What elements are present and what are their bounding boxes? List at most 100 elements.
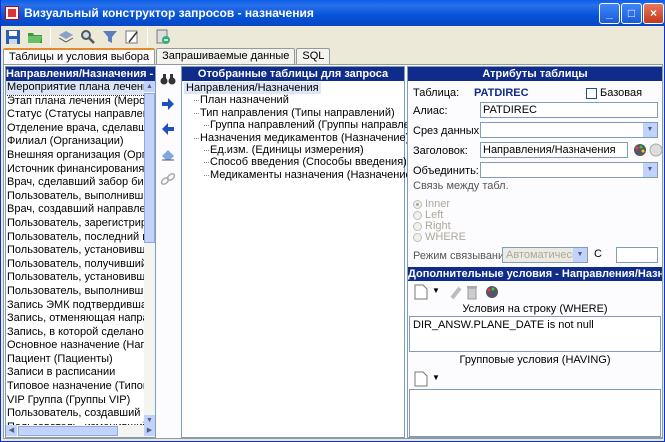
radio-label: WHERE <box>425 231 466 243</box>
list-item[interactable]: Записи в расписании <box>6 366 145 380</box>
selected-tables-panel: Отобранные таблицы для запроса Направлен… <box>181 66 432 438</box>
mode-combo[interactable]: Автоматически ▼ <box>502 247 588 263</box>
dropdown-arrow-icon[interactable]: ▼ <box>432 373 440 382</box>
base-label: Базовая <box>600 87 643 99</box>
hscroll-thumb[interactable] <box>18 426 118 436</box>
scroll-up-icon[interactable]: ▲ <box>144 81 155 92</box>
list-item[interactable]: Этап плана лечения (Мероприят <box>6 95 145 109</box>
list-item[interactable]: Пользователь, выполнивший исс <box>6 190 145 204</box>
tree-node[interactable]: Группа направлений (Группы направлений) <box>204 119 432 131</box>
chevron-down-icon[interactable]: ▼ <box>573 248 587 262</box>
list-item[interactable]: Пользователь, выполнивший отг <box>6 285 145 299</box>
dropdown-arrow-icon[interactable]: ▼ <box>432 286 440 295</box>
radio-where[interactable]: WHERE <box>413 231 466 243</box>
table-value: PATDIREC <box>474 87 529 99</box>
union-label: Объединить: <box>413 165 479 177</box>
having-label: Групповые условия (HAVING) <box>459 354 611 366</box>
base-checkbox[interactable] <box>586 88 597 99</box>
selected-tables-header: Отобранные таблицы для запроса <box>182 67 404 81</box>
list-item[interactable]: Типовое назначение (Типовые н <box>6 380 145 394</box>
minimize-button[interactable]: _ <box>599 3 620 24</box>
chevron-down-icon[interactable]: ▼ <box>643 163 657 177</box>
open-folder-icon[interactable] <box>25 27 45 47</box>
transfer-buttons <box>157 66 179 438</box>
list-item[interactable]: Статус (Статусы направлений) <box>6 108 145 122</box>
layers-icon[interactable] <box>56 27 76 47</box>
alias-label: Алиас: <box>413 105 448 117</box>
maximize-button[interactable]: □ <box>621 3 642 24</box>
filter-icon[interactable] <box>100 27 120 47</box>
tree-node[interactable]: Ед.изм. (Единицы измерения) <box>204 144 404 156</box>
tab-sql[interactable]: SQL <box>296 48 331 65</box>
tree-node[interactable]: План назначений <box>194 94 404 106</box>
links-hscroll[interactable]: ◀ ▶ <box>6 425 155 437</box>
list-item[interactable]: Пациент (Пациенты) <box>6 353 145 367</box>
radio-dot[interactable] <box>413 221 422 231</box>
links-panel: Направления/Назначения - Связ Мероприяти… <box>5 66 156 438</box>
links-vscroll[interactable]: ▲ ▼ <box>144 81 155 426</box>
list-item[interactable]: Врач, сделавший забор биомате <box>6 176 145 190</box>
tables-tree[interactable]: Направления/Назначения План назначений Тип… <box>182 81 432 181</box>
binoculars-icon[interactable] <box>158 69 178 89</box>
where-textarea[interactable]: DIR_ANSW.PLANE_DATE is not null <box>409 316 661 352</box>
alias-input[interactable]: PATDIREC <box>480 102 658 118</box>
list-item[interactable]: Пользователь, установивший ста <box>6 271 145 285</box>
tab-content: Направления/Назначения - Связ Мероприяти… <box>3 64 663 439</box>
list-item[interactable]: VIP Группа (Группы VIP) <box>6 394 145 408</box>
slice-combo[interactable]: ▼ <box>480 122 658 138</box>
scroll-left-icon[interactable]: ◀ <box>6 425 17 436</box>
search-icon[interactable] <box>78 27 98 47</box>
radio-dot[interactable] <box>413 199 422 209</box>
chevron-down-icon[interactable]: ▼ <box>643 123 657 137</box>
having-textarea[interactable] <box>409 389 661 437</box>
list-item[interactable]: Внешняя организация (Организа <box>6 149 145 163</box>
radio-dot[interactable] <box>413 232 422 242</box>
list-item[interactable]: Отделение врача, сделавшего за <box>6 122 145 136</box>
clear-icon[interactable] <box>646 140 665 160</box>
list-item[interactable]: Мероприятие плана лечения (Ме <box>6 81 145 96</box>
tab-requested-data[interactable]: Запрашиваемые данные <box>156 48 296 65</box>
tree-node[interactable]: Назначения медикаментов (Назначение) <box>194 132 409 144</box>
chain-link-icon[interactable] <box>158 169 178 189</box>
palette-icon[interactable] <box>482 282 502 302</box>
tree-node[interactable]: Тип направления (Типы направлений) <box>194 107 404 119</box>
new-page-icon[interactable] <box>411 282 431 302</box>
tree-node[interactable]: Направления/Назначения <box>184 82 321 95</box>
radio-dot[interactable] <box>413 210 422 220</box>
union-combo[interactable]: ▼ <box>480 162 658 178</box>
close-button[interactable]: × <box>643 3 664 24</box>
links-header: Направления/Назначения - Связ <box>6 67 155 81</box>
list-item[interactable]: Врач, создавший направление (Е <box>6 203 145 217</box>
trash-icon[interactable] <box>462 282 482 302</box>
list-item[interactable]: Пользователь, создавший запис <box>6 407 145 421</box>
list-item[interactable]: Основное назначение (Направле <box>6 339 145 353</box>
list-item[interactable]: Пользователь, получивший резул <box>6 258 145 272</box>
list-item[interactable]: Источник финансирования (Исто <box>6 163 145 177</box>
title-input[interactable]: Направления/Назначения <box>480 142 628 158</box>
attributes-panel: Атрибуты таблицы Таблица: PATDIREC Базов… <box>407 66 663 438</box>
title-label: Заголовок: <box>413 145 468 157</box>
scroll-thumb[interactable] <box>144 93 155 243</box>
edit-icon[interactable] <box>122 27 142 47</box>
mode-label: Режим связывания: <box>413 250 514 262</box>
list-item[interactable]: Пользователь, последний измене <box>6 231 145 245</box>
list-item[interactable]: Запись ЭМК подтвердившая напр <box>6 299 145 313</box>
tree-node[interactable]: Медикаменты назначения (Назначение) <box>204 169 415 181</box>
scroll-right-icon[interactable]: ▶ <box>144 425 155 436</box>
list-item[interactable]: Филиал (Организации) <box>6 135 145 149</box>
link-label: Связь между табл. <box>413 180 509 192</box>
eraser-icon[interactable] <box>158 144 178 164</box>
tree-node[interactable]: Способ введения (Способы введения) <box>204 156 407 168</box>
list-item[interactable]: Запись, отменяющая направлен <box>6 312 145 326</box>
add-right-icon[interactable] <box>158 94 178 114</box>
exit-icon[interactable] <box>153 27 173 47</box>
slice-label: Срез данных: <box>413 125 483 137</box>
list-item[interactable]: Пользователь, зарегистрироваве <box>6 217 145 231</box>
c-input[interactable] <box>616 247 658 263</box>
list-item[interactable]: Запись, в которой сделано напра <box>6 326 145 340</box>
list-item[interactable]: Пользователь, установивший ста <box>6 244 145 258</box>
links-list[interactable]: Мероприятие плана лечения (МеЭтап плана … <box>6 81 145 426</box>
remove-left-icon[interactable] <box>158 119 178 139</box>
save-icon[interactable] <box>3 27 23 47</box>
new-page-icon[interactable] <box>411 369 431 389</box>
